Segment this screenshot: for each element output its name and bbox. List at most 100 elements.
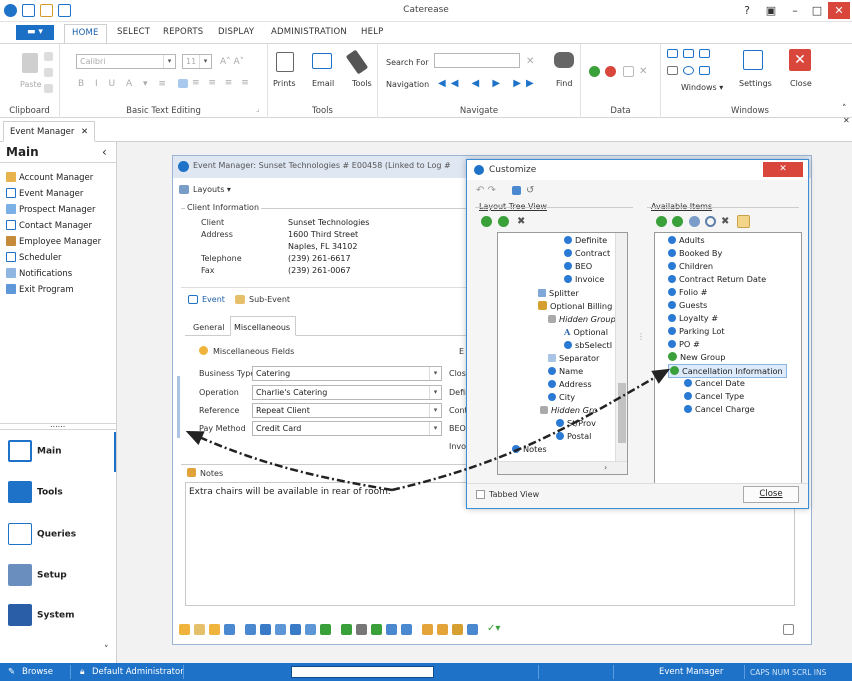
tabbed-view-checkbox[interactable] [476,490,485,499]
scroll-right-icon[interactable]: › [604,463,607,472]
cascade-icon[interactable] [683,49,694,58]
search-icon[interactable] [705,216,716,227]
subtab-miscellaneous[interactable]: Miscellaneous [230,316,296,336]
search-input[interactable] [434,53,520,68]
layout-node[interactable]: Contract [564,248,610,258]
pane-splitter[interactable]: ⋮ [637,332,645,341]
save-layout-icon[interactable] [512,186,521,195]
tab-sub-event[interactable]: Sub-Event [249,295,290,304]
close-button[interactable]: ✕ [828,2,850,19]
options-button[interactable]: ▣ [760,2,782,19]
dialog-launcher-icon[interactable]: ⌟ [256,104,260,113]
toolbar-icon[interactable] [179,624,190,635]
sidebar-item-scheduler[interactable]: Scheduler [6,252,62,263]
available-node[interactable]: Cancel Charge [684,404,755,414]
close-doc-icon[interactable]: ✕ [843,116,850,125]
subtab-general[interactable]: General [193,323,225,332]
layout-tree[interactable]: Definite Contract BEO Invoice Splitter O… [497,232,628,475]
layout-node[interactable]: Invoice [564,274,604,284]
layout-node[interactable]: sbSelectI [564,340,612,350]
available-node[interactable]: PO # [668,339,700,349]
available-node[interactable]: Adults [668,235,705,245]
prints-label[interactable]: Prints [273,79,296,88]
available-node[interactable]: Parking Lot [668,326,725,336]
minimize-button[interactable]: – [784,2,806,19]
tab-home[interactable]: HOME [64,24,107,43]
layout-node[interactable]: Name [548,366,583,376]
align-left-icon[interactable] [178,79,188,88]
toolbar-icon[interactable] [209,624,220,635]
layout-node[interactable]: BEO [564,261,592,271]
tile-icon[interactable] [667,49,678,58]
file-menu-button[interactable]: ▬ ▾ [16,25,54,40]
toolbar-icon[interactable] [341,624,352,635]
reset-icon[interactable]: ↺ [526,185,534,196]
available-items-tree[interactable]: Adults Booked By Children Contract Retur… [654,232,802,484]
sidebar-item-notifications[interactable]: Notifications [6,268,72,279]
email-label[interactable]: Email [312,79,334,88]
toolbar-icon[interactable] [401,624,412,635]
tab-event-manager[interactable]: Event Manager ✕ [3,121,96,142]
expand-sidebar-icon[interactable]: ˅ [104,645,109,655]
checkmark-dropdown-icon[interactable]: ✓▾ [487,623,500,634]
tab-display[interactable]: DISPLAY [218,27,254,37]
sidebar-item-prospect-manager[interactable]: Prospect Manager [6,204,96,215]
layout-node[interactable]: Separator [548,353,599,363]
available-node[interactable]: Children [668,261,713,271]
toolbar-icon[interactable] [224,624,235,635]
tree-scrollbar[interactable] [615,233,627,461]
align-buttons[interactable]: ≡ ≡ ≡ ≡ [192,78,252,88]
layout-node[interactable]: Optional Billing [538,301,612,311]
toolbar-icon[interactable] [245,624,256,635]
cut-icon[interactable] [44,52,53,61]
layout-node[interactable]: St/Prov [556,418,596,428]
layout-node[interactable]: City [548,392,575,402]
toolbar-icon[interactable] [275,624,286,635]
available-node-selected[interactable]: Cancellation Information [668,364,787,378]
move-icon[interactable] [667,66,678,75]
grow-font-icon[interactable]: A˄ A˅ [220,57,244,67]
tab-help[interactable]: HELP [361,27,383,37]
sidebar-item-employee-manager[interactable]: Employee Manager [6,236,101,247]
tab-event[interactable]: Event [202,295,225,304]
available-node[interactable]: Loyalty # [668,313,718,323]
windows-dropdown[interactable]: Windows ▾ [681,83,723,92]
sidebar-section-main[interactable]: Main [8,440,62,462]
layout-node[interactable]: Address [548,379,592,389]
tree-hscrollbar[interactable]: › [498,461,627,474]
tree-filter-icon[interactable] [689,216,700,227]
save-record-icon[interactable] [623,66,634,77]
layout-node[interactable]: Hidden Gro [540,405,597,415]
find-icon[interactable] [554,52,574,68]
delete-icon[interactable]: ✖ [721,216,729,227]
tab-reports[interactable]: REPORTS [163,27,203,37]
close-tab-icon[interactable]: ✕ [81,127,88,137]
columns-icon[interactable] [699,49,710,58]
close-window-icon[interactable]: ✕ [789,49,811,71]
toolbar-icon[interactable] [356,624,367,635]
tools-icon[interactable] [345,49,369,75]
toolbar-icon[interactable] [437,624,448,635]
reference-select[interactable]: Repeat Client ▾ [252,403,442,418]
layout-node[interactable]: A Optional [564,327,608,337]
tabbed-view-label[interactable]: Tabbed View [489,490,539,499]
toolbar-icon[interactable] [371,624,382,635]
available-node[interactable]: Contract Return Date [668,274,766,284]
remove-icon[interactable] [605,66,616,77]
layout-node[interactable]: Splitter [538,288,579,298]
add-item-icon[interactable] [656,216,667,227]
toolbar-icon[interactable] [290,624,301,635]
toolbar-icon[interactable] [452,624,463,635]
prints-icon[interactable] [276,52,294,72]
expand-icon[interactable] [783,624,794,635]
toolbar-icon[interactable] [422,624,433,635]
customize-close-button[interactable]: ✕ [763,162,803,177]
layout-node[interactable]: Notes [512,444,547,454]
add-icon[interactable] [589,66,600,77]
copy-icon[interactable] [44,68,53,77]
toolbar-icon[interactable] [386,624,397,635]
sidebar-section-system[interactable]: System [8,604,75,626]
business-type-select[interactable]: Catering ▾ [252,366,442,381]
layout-node[interactable]: Hidden Group [548,314,616,324]
format-buttons[interactable]: B I U A ▾ ≡ [78,79,170,89]
